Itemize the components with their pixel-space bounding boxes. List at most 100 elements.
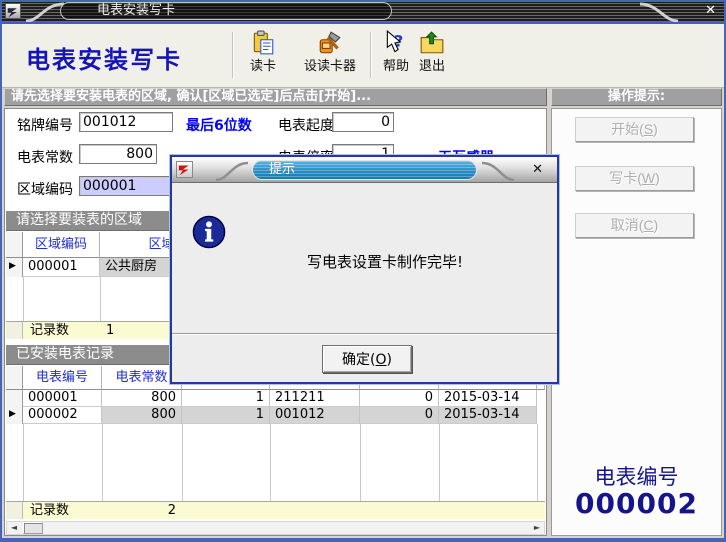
grid-line <box>360 424 361 501</box>
grid-line <box>102 424 103 501</box>
setup-reader-button[interactable]: 设读卡器 <box>295 30 365 82</box>
meter-no-column-header[interactable]: 电表编号 <box>23 366 102 390</box>
last6-hint: 最后6位数 <box>186 115 252 135</box>
grid-line <box>270 424 271 501</box>
toolbar-separator <box>370 32 371 78</box>
setup-reader-icon <box>295 30 365 58</box>
write-card-button[interactable]: 写卡(W) <box>575 166 694 191</box>
action-panel: 开始(S) 写卡(W) 取消(C) 电表编号 000002 <box>551 108 722 536</box>
toolbar: 电表安装写卡 读卡 设读卡器 <box>0 24 726 88</box>
meter-table: 电表编号 电表常数 000001 800 1 211211 0 2015-03-… <box>6 366 545 501</box>
scroll-right-icon[interactable]: ► <box>530 522 544 534</box>
table-cell[interactable]: 2015-03-14 <box>439 407 537 424</box>
read-card-button[interactable]: 读卡 <box>240 30 286 82</box>
table-cell[interactable]: 000002 <box>23 407 102 424</box>
page-title: 电表安装写卡 <box>26 40 182 75</box>
nameplate-label: 铭牌编号 <box>17 115 73 135</box>
footer-stub <box>6 502 23 519</box>
dialog-body: 写电表设置卡制作完毕! 确定(O) <box>172 183 557 386</box>
dialog-logo-icon <box>176 161 193 178</box>
help-button[interactable]: ? 帮助 <box>376 30 416 82</box>
area-selector-header <box>6 232 23 258</box>
table-cell[interactable]: 800 <box>102 407 182 424</box>
area-code-input[interactable] <box>79 176 173 196</box>
titlebar-swoosh-right <box>640 2 680 22</box>
exit-button[interactable]: 退出 <box>412 30 452 82</box>
row-selector: ▶ <box>6 407 23 424</box>
grid-line <box>537 424 538 501</box>
start-button-label: 开始( <box>611 121 644 137</box>
close-icon[interactable]: ✕ <box>705 3 716 18</box>
area-record-count-label: 记录数 <box>30 322 69 339</box>
cancel-button[interactable]: 取消(C) <box>575 213 694 238</box>
table-cell[interactable]: 000001 <box>23 390 102 407</box>
grid-line <box>100 277 101 321</box>
app-window: 电表安装写卡 ✕ 电表安装写卡 读卡 <box>0 0 726 542</box>
meter-no-value: 000002 <box>552 487 721 520</box>
table-cell[interactable]: 2015-03-14 <box>439 390 537 407</box>
dialog-title: 提示 <box>269 162 295 177</box>
grid-line <box>182 424 183 501</box>
help-label: 帮助 <box>376 58 416 76</box>
table-cell[interactable]: 001012 <box>270 407 360 424</box>
ok-button[interactable]: 确定(O) <box>322 345 412 373</box>
meter-constant-input[interactable] <box>79 144 157 164</box>
titlebar: 电表安装写卡 ✕ <box>0 0 726 24</box>
dialog-titlebar: 提示 ✕ <box>172 157 557 183</box>
area-code-column-header[interactable]: 区域编码 <box>23 232 100 258</box>
meter-constant-label: 电表常数 <box>17 147 73 167</box>
start-button[interactable]: 开始(S) <box>575 117 694 142</box>
table-cell[interactable]: 1 <box>182 390 270 407</box>
dialog-separator <box>172 333 557 335</box>
meter-record-count-label: 记录数 <box>30 502 69 519</box>
dialog-title-pill: 提示 <box>252 160 477 180</box>
help-icon: ? <box>376 30 416 58</box>
dialog-message: 写电表设置卡制作完毕! <box>307 251 463 272</box>
grid-line <box>439 424 440 501</box>
window-title: 电表安装写卡 <box>97 3 175 18</box>
scrollbar-thumb[interactable] <box>23 522 43 534</box>
area-row-code[interactable]: 000001 <box>23 258 100 277</box>
info-icon <box>192 215 226 249</box>
footer-stub <box>6 322 23 339</box>
dialog-swoosh-right <box>482 161 516 181</box>
table-cell[interactable]: 0 <box>360 407 439 424</box>
read-card-label: 读卡 <box>240 58 286 76</box>
ok-button-label: 确定( <box>342 352 375 368</box>
table-cell[interactable]: 1 <box>182 407 270 424</box>
nameplate-input[interactable] <box>79 112 173 132</box>
table-cell[interactable]: 800 <box>102 390 182 407</box>
table-cell[interactable]: 211211 <box>270 390 360 407</box>
scroll-left-icon[interactable]: ◄ <box>7 522 21 534</box>
meter-table-footer: 记录数 2 <box>6 501 545 519</box>
write-card-button-label: 写卡( <box>609 170 642 186</box>
app-logo-icon <box>5 3 21 19</box>
dialog-close-icon[interactable]: ✕ <box>532 162 543 177</box>
cancel-button-label: 取消( <box>611 217 644 233</box>
read-card-icon <box>240 30 286 58</box>
toolbar-separator <box>232 32 233 78</box>
setup-reader-label: 设读卡器 <box>295 58 365 76</box>
grid-line <box>23 277 24 321</box>
area-code-label: 区域编码 <box>17 179 73 199</box>
meter-selector-header <box>6 366 23 390</box>
operation-hint-title: 操作提示: <box>608 89 665 104</box>
area-record-count-value: 1 <box>106 322 114 339</box>
exit-icon <box>412 30 452 58</box>
table-cell[interactable]: 0 <box>360 390 439 407</box>
row-selector: ▶ <box>6 258 23 277</box>
window-title-pill: 电表安装写卡 <box>60 2 392 20</box>
operation-hint-bar: 操作提示: <box>551 88 722 106</box>
tip-dialog: 提示 ✕ 写电表设置卡制作完毕! 确定(O) <box>170 155 559 384</box>
start-reading-input[interactable] <box>332 112 394 132</box>
instruction-text: 请先选择要安装电表的区域, 确认[区域已选定]后点击[开始]... <box>11 89 371 104</box>
start-reading-label: 电表起度 <box>278 115 334 135</box>
grid-line <box>23 424 24 501</box>
row-selector-arrow-icon: ▶ <box>9 409 16 419</box>
dialog-swoosh-left <box>216 161 250 181</box>
row-selector-arrow-icon: ▶ <box>9 261 16 271</box>
instruction-bar: 请先选择要安装电表的区域, 确认[区域已选定]后点击[开始]... <box>4 88 547 106</box>
horizontal-scrollbar[interactable]: ◄ ► <box>6 521 545 535</box>
row-selector <box>6 390 23 407</box>
exit-label: 退出 <box>412 58 452 76</box>
